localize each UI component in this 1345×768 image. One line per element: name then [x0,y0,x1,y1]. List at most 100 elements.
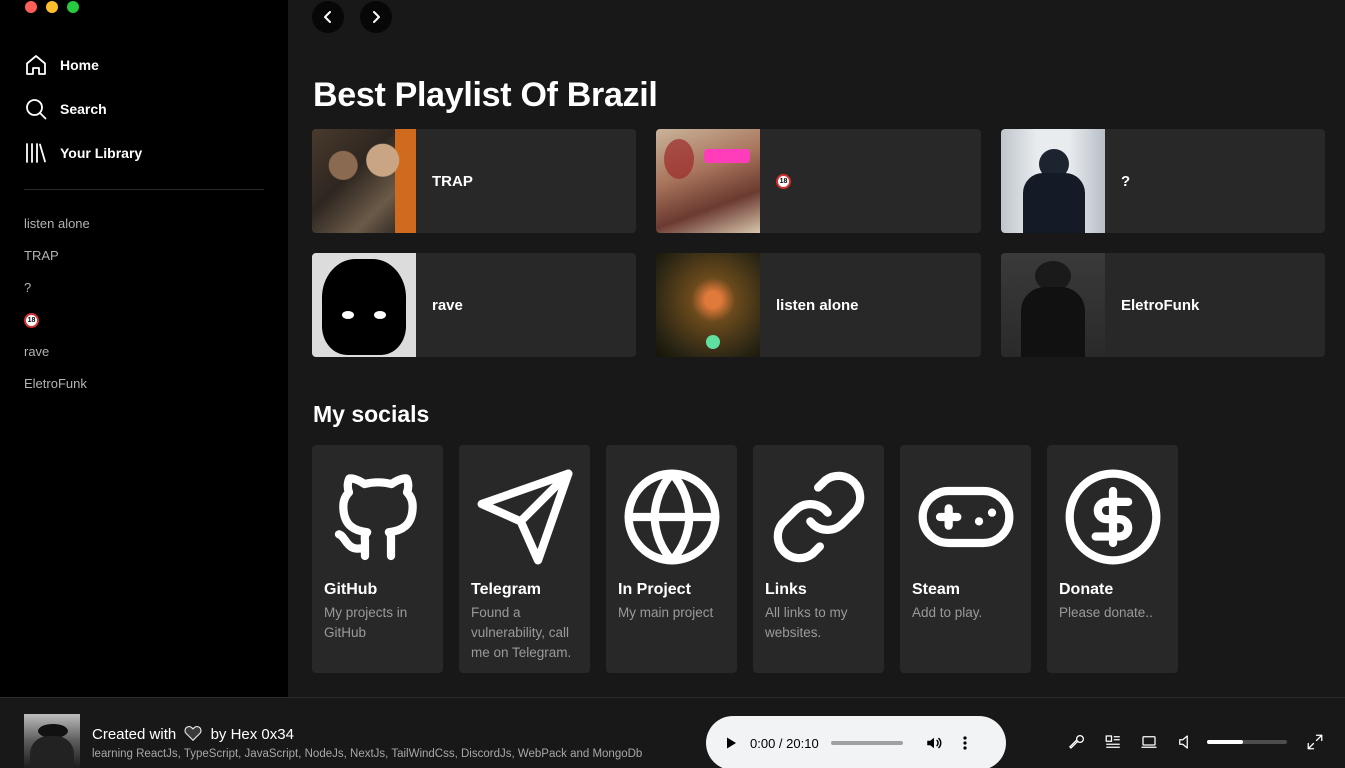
now-playing-title-suffix: by Hex 0x34 [210,725,294,743]
home-icon [26,55,46,75]
playlist-card-listen-alone[interactable]: listen alone [656,253,981,357]
fullscreen-button[interactable] [1305,732,1325,752]
social-desc: All links to my websites. [765,605,848,640]
nav-library-label: Your Library [60,145,143,161]
social-title: Links [765,581,807,598]
playlist-card-label: ? [1121,172,1131,190]
social-card-donate[interactable]: Donate Please donate.. [1047,445,1178,673]
sidebar-playlist-item[interactable]: 18 [24,310,90,342]
page-title: Best Playlist Of Brazil [313,76,658,114]
history-nav [312,1,392,33]
play-icon[interactable] [724,736,738,750]
now-playing-subtitle: learning ReactJs, TypeScript, JavaScript… [92,748,643,760]
link-icon [773,471,864,563]
globe-icon [624,469,719,565]
social-desc: My projects in GitHub [324,605,408,640]
gamepad-icon [918,486,1013,548]
playlist-card-label: listen alone [776,296,859,314]
age-18-icon: 18 [776,174,791,190]
nav-home[interactable]: Home [24,52,142,78]
now-playing-title-prefix: Created with [92,725,177,743]
socials-title: My socials [313,401,430,427]
github-icon [334,474,417,561]
sidebar-playlist-item[interactable]: TRAP [24,246,90,278]
playlist-cover [656,129,760,233]
speaker-icon [1179,735,1188,749]
social-title: Donate [1059,581,1114,598]
sidebar: Home Search Your Library listen alone TR… [0,0,288,697]
playlist-grid: TRAP 18 ? rave listen alone EletroFunk [312,129,1325,357]
playlist-card-rave[interactable]: rave [312,253,636,357]
minimize-window-button[interactable] [46,1,58,13]
social-desc: Please donate.. [1059,605,1153,620]
nav-search[interactable]: Search [24,96,142,122]
sidebar-playlist-item[interactable]: listen alone [24,214,90,246]
mute-button[interactable] [1175,732,1195,752]
playlist-card-trap[interactable]: TRAP [312,129,636,233]
playlist-card-18[interactable]: 18 [656,129,981,233]
device-icon [1141,736,1157,748]
sidebar-nav: Home Search Your Library [24,52,142,184]
forward-button[interactable] [360,1,392,33]
social-card-in-project[interactable]: In Project My main project [606,445,737,673]
dollar-icon [1065,469,1160,565]
sidebar-playlist-item[interactable]: rave [24,342,90,374]
playlist-card-question[interactable]: ? [1001,129,1325,233]
maximize-window-button[interactable] [67,1,79,13]
playlist-card-label: rave [432,296,463,314]
audio-progress-slider[interactable] [830,741,903,745]
socials-list: GitHub My projects in GitHub Telegram Fo… [312,445,1178,673]
playlist-card-label: EletroFunk [1121,296,1200,314]
nav-search-label: Search [60,101,107,117]
age-18-icon: 18 [24,313,39,329]
audio-time: 0:00 / 20:10 [750,735,819,751]
social-desc: My main project [618,605,714,620]
volume-icon[interactable] [925,734,943,752]
close-window-button[interactable] [25,1,37,13]
heart-icon [184,725,202,745]
social-title: Telegram [471,581,541,598]
volume-slider[interactable] [1207,740,1287,744]
social-title: Steam [912,581,961,598]
more-options-icon[interactable] [957,735,973,751]
chevron-left-icon [324,11,331,23]
now-playing-title: Created with by Hex 0x34 [92,725,294,745]
sidebar-playlist-item[interactable]: ? [24,278,90,310]
social-card-links[interactable]: Links All links to my websites. [753,445,884,673]
window-controls [25,1,79,13]
microphone-icon [1068,734,1085,749]
social-title: GitHub [324,581,378,598]
sidebar-playlists: listen alone TRAP ? 18 rave EletroFunk [24,214,90,406]
playlist-card-label: 18 [776,173,791,190]
social-card-github[interactable]: GitHub My projects in GitHub [312,445,443,673]
playlist-cover [1001,253,1105,357]
playlist-card-label: TRAP [432,172,473,190]
library-icon [26,143,46,163]
playlist-cover [656,253,760,357]
social-card-steam[interactable]: Steam Add to play. [900,445,1031,673]
volume-fill [1207,740,1243,744]
audio-player: 0:00 / 20:10 [706,716,1006,768]
now-playing-cover[interactable] [24,714,80,768]
connect-device-button[interactable] [1139,732,1159,752]
social-title: In Project [618,581,691,598]
social-desc: Found a vulnerability, call me on Telegr… [471,605,572,660]
playlist-cover [312,129,416,233]
back-button[interactable] [312,1,344,33]
sidebar-divider [24,189,264,190]
social-card-telegram[interactable]: Telegram Found a vulnerability, call me … [459,445,590,673]
social-desc: Add to play. [912,605,983,620]
queue-icon [1105,735,1120,748]
queue-button[interactable] [1103,732,1123,752]
nav-library[interactable]: Your Library [24,140,142,166]
player-controls [1051,732,1325,752]
chevron-right-icon [373,11,380,23]
playlist-card-eletrofunk[interactable]: EletroFunk [1001,253,1325,357]
lyrics-button[interactable] [1067,732,1087,752]
nav-home-label: Home [60,57,99,73]
player-bar: Created with by Hex 0x34 learning ReactJ… [0,697,1345,768]
playlist-cover [1001,129,1105,233]
playlist-cover [312,253,416,357]
telegram-icon [477,469,572,565]
sidebar-playlist-item[interactable]: EletroFunk [24,374,90,406]
